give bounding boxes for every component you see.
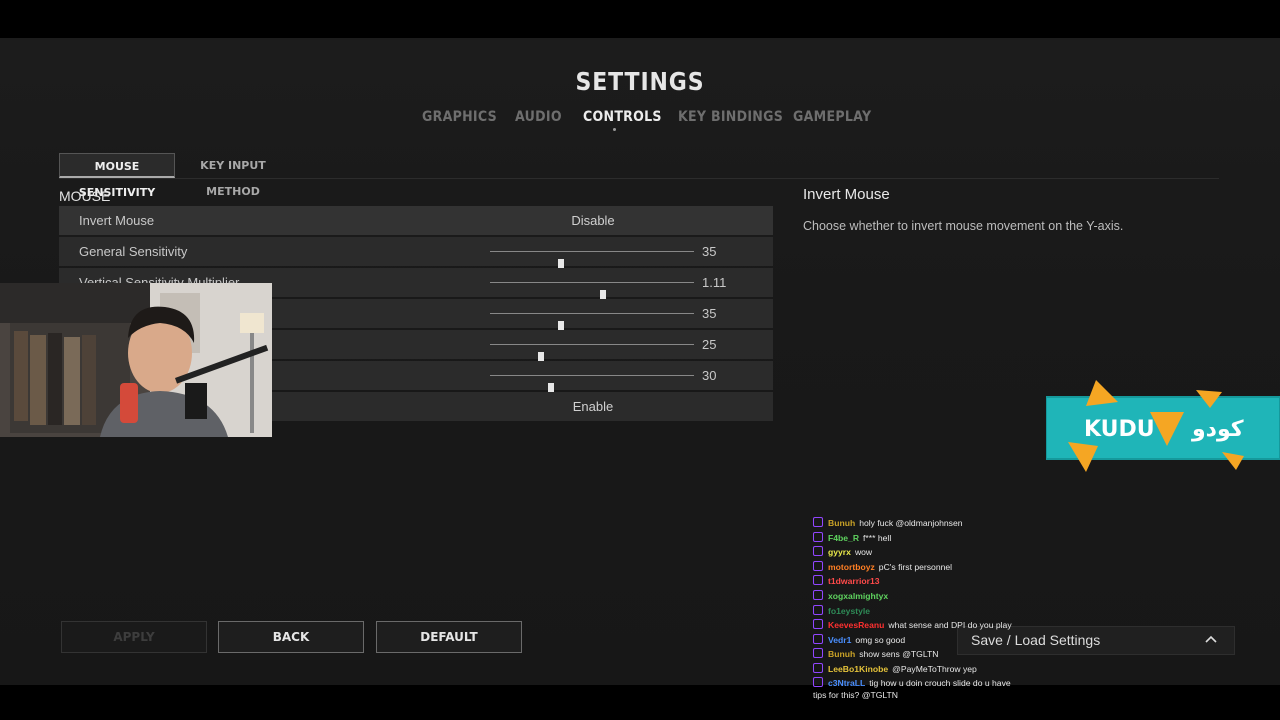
- setting-row-general-sensitivity[interactable]: General Sensitivity 35: [59, 237, 773, 271]
- chat-user: t1dwarrior13: [828, 576, 880, 587]
- badge-icon: [813, 633, 823, 644]
- tab-gameplay[interactable]: GAMEPLAY: [793, 109, 871, 125]
- chat-message: motortboyz pC's first personnel: [813, 560, 1073, 575]
- chat-user: Bunuh: [828, 649, 856, 660]
- chat-message: LeeBo1Kinobe @PayMeToThrow yep: [813, 662, 1073, 677]
- subtab-key-input-method[interactable]: KEY INPUT METHOD: [175, 153, 291, 198]
- chat-message: Vedr1 omg so good: [813, 633, 1073, 648]
- chat-message: xogxalmightyx: [813, 589, 1073, 604]
- active-tab-indicator: [613, 128, 616, 131]
- chat-user: KeevesReanu: [828, 620, 885, 631]
- slider-value: 30: [702, 368, 717, 383]
- slider-track[interactable]: [490, 313, 694, 333]
- sponsor-arabic-text: كودو: [1191, 417, 1244, 442]
- badge-icon: [813, 619, 823, 630]
- slider-value: 35: [702, 244, 717, 259]
- default-button[interactable]: DEFAULT: [376, 621, 522, 653]
- chat-message: t1dwarrior13: [813, 574, 1073, 589]
- slider-track[interactable]: [490, 344, 694, 364]
- chat-text: wow: [854, 547, 873, 558]
- badge-icon: [813, 517, 823, 527]
- chat-text: omg so good: [855, 634, 906, 645]
- webcam-overlay: [0, 283, 272, 437]
- badge-icon: [813, 546, 823, 557]
- slider-value: 35: [702, 306, 717, 321]
- chat-user: F4be_R: [828, 532, 860, 543]
- chat-message: Bunuh holy fuck @oldmanjohnsen: [813, 516, 1073, 531]
- tab-controls[interactable]: CONTROLS: [583, 109, 662, 125]
- sponsor-banner: KUDU كودو: [1045, 380, 1280, 472]
- chat-text: f*** hell: [863, 532, 892, 543]
- badge-icon: [813, 648, 823, 659]
- slider-track[interactable]: [490, 375, 694, 395]
- detail-title: Invert Mouse: [803, 186, 890, 203]
- chat-text: holy fuck @oldmanjohnsen: [859, 518, 963, 528]
- subtab-bar: MOUSE SENSITIVITY KEY INPUT METHOD: [59, 153, 1219, 199]
- settings-tabs: GRAPHICS AUDIO CONTROLS KEY BINDINGS GAM…: [0, 109, 1280, 133]
- badge-icon: [813, 575, 823, 586]
- chat-user: gyyrx: [828, 547, 851, 558]
- subtab-mouse-sensitivity[interactable]: MOUSE SENSITIVITY: [59, 153, 175, 199]
- chevron-up-icon: [1205, 635, 1217, 643]
- chat-text: show sens @TGLTN: [859, 649, 939, 660]
- chat-message: F4be_R f*** hell: [813, 531, 1073, 546]
- chat-message: Bunuh show sens @TGLTN: [813, 647, 1073, 662]
- chat-text: @PayMeToThrow yep: [892, 663, 977, 674]
- option-value[interactable]: Enable: [473, 392, 713, 421]
- stream-chat: Bunuh holy fuck @oldmanjohnsen F4be_R f***…: [813, 516, 1073, 701]
- badge-icon: [813, 676, 823, 687]
- page-title: SETTINGS: [575, 67, 705, 96]
- chat-user: xogxalmightyx: [828, 590, 889, 601]
- setting-label: General Sensitivity: [79, 244, 188, 259]
- chat-user: motortboyz: [828, 561, 875, 572]
- badge-icon: [813, 560, 823, 571]
- chat-message: KeevesReanu what sense and DPI do you pla…: [813, 618, 1018, 633]
- chat-user: c3NtraLL: [828, 677, 866, 688]
- slider-track[interactable]: [490, 251, 694, 271]
- chat-user: LeeBo1Kinobe: [828, 663, 889, 674]
- chat-message: fo1eystyle: [813, 604, 1073, 619]
- setting-row-invert-mouse[interactable]: Invert Mouse Disable: [59, 206, 773, 235]
- setting-label: Invert Mouse: [79, 213, 155, 228]
- badge-icon: [813, 531, 823, 542]
- slider-value: 1.11: [702, 275, 727, 290]
- chat-message: c3NtraLL tig how u doin crouch slide do u…: [813, 676, 1023, 701]
- sponsor-text: KUDU: [1084, 417, 1155, 442]
- section-title: MOUSE: [59, 188, 111, 204]
- tab-key-bindings[interactable]: KEY BINDINGS: [678, 109, 783, 125]
- chat-user: Vedr1: [828, 634, 852, 645]
- tab-audio[interactable]: AUDIO: [515, 109, 562, 125]
- slider-value: 25: [702, 337, 717, 352]
- chat-user: fo1eystyle: [828, 605, 871, 616]
- chat-message: gyyrx wow: [813, 545, 1073, 560]
- badge-icon: [813, 604, 823, 615]
- apply-button[interactable]: APPLY: [61, 621, 207, 653]
- slider-track[interactable]: [490, 282, 694, 302]
- detail-description: Choose whether to invert mouse movement …: [803, 219, 1124, 233]
- back-button[interactable]: BACK: [218, 621, 364, 653]
- option-value[interactable]: Disable: [473, 206, 713, 235]
- chat-text: pC's first personnel: [878, 561, 953, 572]
- chat-text: what sense and DPI do you play: [888, 620, 1012, 631]
- chat-user: Bunuh: [828, 518, 856, 528]
- streamer-webcam-image: [0, 283, 272, 437]
- kudu-logo: KUDU كودو: [1045, 380, 1280, 472]
- badge-icon: [813, 589, 823, 600]
- badge-icon: [813, 662, 823, 673]
- tab-graphics[interactable]: GRAPHICS: [422, 109, 497, 125]
